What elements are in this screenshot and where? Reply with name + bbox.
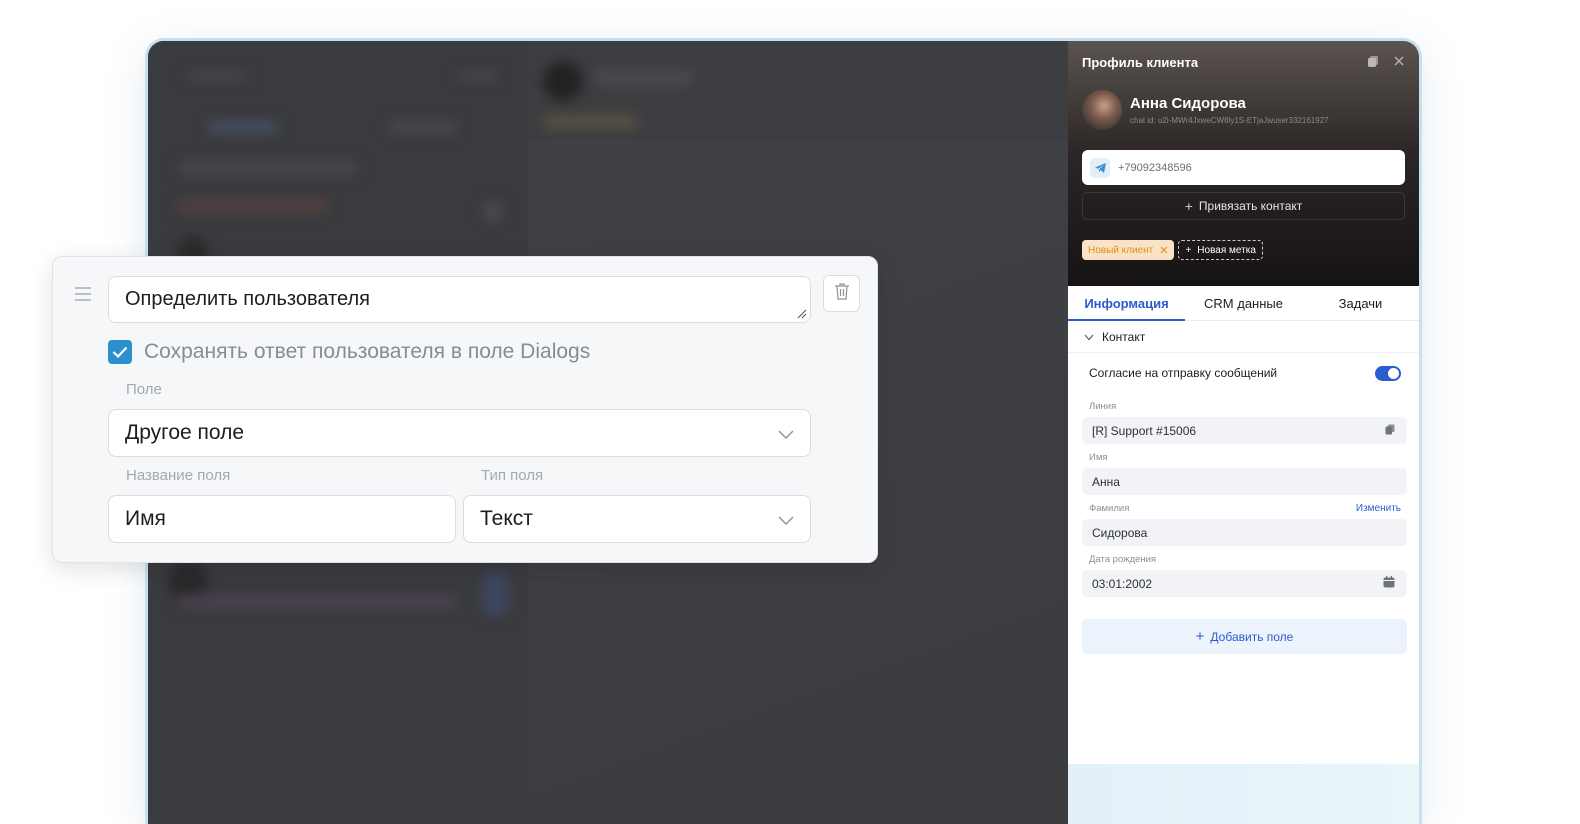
contact-section-body: Согласие на отправку сообщений Линия [R]… [1068, 353, 1419, 654]
last-name-field[interactable]: Сидорова [1082, 519, 1407, 546]
phone-contact[interactable]: +79092348596 [1082, 150, 1405, 185]
drag-handle-icon[interactable] [75, 287, 91, 301]
field-select[interactable]: Другое поле [108, 409, 811, 457]
field-type-value: Текст [480, 507, 533, 530]
profile-header: Профиль клиента Анна Сидорова chat id: u… [1068, 41, 1419, 286]
link-contact-label: Привязать контакт [1198, 199, 1303, 213]
plus-icon: + [1184, 198, 1193, 214]
plus-icon: + [1195, 628, 1205, 645]
field-name-value: Имя [125, 507, 166, 530]
consent-row: Согласие на отправку сообщений [1082, 353, 1407, 393]
plus-icon: + [1185, 244, 1192, 256]
tag-new-client[interactable]: Новый клиент ✕ [1082, 240, 1175, 260]
telegram-icon [1090, 157, 1110, 178]
line-value: [R] Support #15006 [1092, 423, 1197, 438]
line-label: Линия [1089, 401, 1117, 412]
birth-date-value: 03:01:2002 [1092, 576, 1153, 591]
copy-icon[interactable] [1367, 55, 1379, 71]
section-title: Контакт [1102, 329, 1146, 344]
chevron-down-icon [1084, 330, 1094, 344]
field-label: Поле [126, 381, 162, 398]
chevron-down-icon [778, 507, 794, 531]
first-name-value: Анна [1092, 474, 1120, 489]
resize-handle-icon[interactable] [795, 307, 807, 319]
calendar-icon[interactable] [1383, 576, 1395, 591]
tab-info[interactable]: Информация [1068, 286, 1185, 321]
question-input[interactable]: Определить пользователя [108, 276, 811, 323]
copy-icon[interactable] [1385, 424, 1395, 438]
contact-section-header[interactable]: Контакт [1068, 321, 1419, 353]
user-row: Анна Сидорова chat id: u2i-MWr4JxweCW8ly… [1082, 90, 1405, 130]
save-answer-label: Сохранять ответ пользователя в поле Dial… [144, 340, 591, 363]
panel-footer-gradient [1068, 764, 1419, 824]
add-tag-button[interactable]: + Новая метка [1178, 240, 1263, 260]
phone-number: +79092348596 [1118, 161, 1192, 174]
last-name-value: Сидорова [1092, 525, 1148, 540]
tag-label: Новый клиент [1088, 244, 1154, 256]
add-field-button[interactable]: + Добавить поле [1082, 619, 1407, 654]
close-icon[interactable]: ✕ [1159, 244, 1168, 257]
first-name-label: Имя [1089, 452, 1108, 463]
consent-label: Согласие на отправку сообщений [1089, 366, 1278, 380]
trash-icon [834, 282, 850, 305]
add-tag-label: Новая метка [1197, 244, 1256, 256]
birth-date-field[interactable]: 03:01:2002 [1082, 570, 1407, 597]
edit-link[interactable]: Изменить [1356, 503, 1401, 514]
close-icon[interactable] [1393, 55, 1405, 71]
blurred-avatar [543, 61, 583, 101]
add-field-label: Добавить поле [1210, 629, 1294, 644]
link-contact-button[interactable]: + Привязать контакт [1082, 192, 1405, 220]
header-actions [1367, 55, 1405, 71]
user-info: Анна Сидорова chat id: u2i-MWr4JxweCW8ly… [1130, 95, 1329, 125]
tab-tasks[interactable]: Задачи [1302, 286, 1419, 320]
line-field[interactable]: [R] Support #15006 [1082, 417, 1407, 444]
user-name: Анна Сидорова [1130, 95, 1246, 112]
save-answer-row: Сохранять ответ пользователя в поле Dial… [108, 340, 590, 364]
field-name-input[interactable]: Имя [108, 495, 456, 543]
save-answer-checkbox[interactable] [108, 340, 132, 364]
consent-toggle[interactable] [1375, 365, 1401, 381]
panel-title: Профиль клиента [1082, 55, 1199, 70]
question-text: Определить пользователя [125, 288, 370, 310]
tab-crm[interactable]: CRM данные [1185, 286, 1302, 320]
last-name-label: Фамилия Изменить [1089, 503, 1401, 514]
profile-tabs: Информация CRM данные Задачи [1068, 286, 1419, 321]
first-name-field[interactable]: Анна [1082, 468, 1407, 495]
birth-date-label: Дата рождения [1089, 554, 1157, 565]
field-type-select[interactable]: Текст [463, 495, 811, 543]
chat-id: chat id: u2i-MWr4JxweCW8ly1S-ETjaJwuser3… [1130, 116, 1329, 125]
avatar [1082, 90, 1122, 130]
field-select-value: Другое поле [125, 421, 245, 444]
tags-row: Новый клиент ✕ + Новая метка [1082, 240, 1405, 260]
delete-button[interactable] [823, 275, 860, 312]
field-type-label: Тип поля [481, 467, 544, 484]
field-name-label: Название поля [126, 467, 231, 484]
chevron-down-icon [778, 421, 794, 445]
stage: Профиль клиента Анна Сидорова chat id: u… [0, 0, 1580, 824]
client-profile-panel: Профиль клиента Анна Сидорова chat id: u… [1068, 41, 1419, 824]
question-block-card: Определить пользователя Сохранять ответ … [52, 256, 878, 563]
